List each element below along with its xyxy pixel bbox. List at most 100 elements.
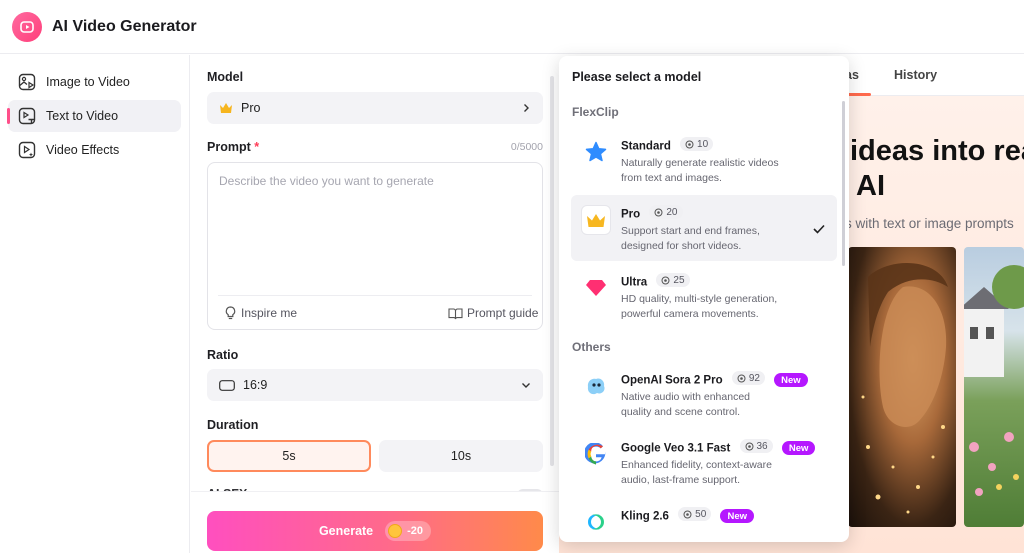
model-name: Standard [621,140,671,153]
sidebar-item-label: Video Effects [46,143,120,157]
model-description: Native audio with enhanced quality and s… [621,391,751,418]
model-description: Enhanced fidelity, context-aware audio, … [621,459,772,486]
dropdown-scrollbar[interactable] [842,101,845,266]
model-name-line: OpenAI Sora 2 Pro 92 New [621,371,808,387]
credit-badge: 10 [680,137,714,151]
form-scrollbar[interactable] [550,76,554,466]
book-icon [448,307,463,319]
sidebar-item-image-to-video[interactable]: Image to Video [8,66,181,98]
duration-label: Duration [207,418,259,432]
sample-image-house[interactable] [964,247,1024,527]
model-option-google-veo-3-1-fast[interactable]: Google Veo 3.1 Fast 36 New Enhanced fide… [571,429,837,495]
sample-image-portrait[interactable] [848,247,956,527]
video-effects-icon [18,141,36,159]
coin-icon [388,524,403,538]
section-flexclip: FlexClip [572,105,619,119]
credit-badge: 25 [656,273,690,287]
hero-title-line1: ideas into rea [850,135,1024,167]
crown-icon [219,102,233,114]
crown-icon [581,205,611,235]
model-description: HD quality, multi-style generation, powe… [621,293,778,320]
app-title: AI Video Generator [52,17,197,35]
model-name: OpenAI Sora 2 Pro [621,374,723,387]
credit-value: 25 [673,274,685,286]
prompt-label-text: Prompt [207,140,251,154]
model-description: Naturally generate realistic videos from… [621,157,779,184]
sidebar: Image to Video Text to Video Video Effec… [0,55,190,553]
model-name-line: Pro 20 [621,205,683,221]
model-name-line: Ultra 25 [621,273,690,289]
model-select[interactable]: Pro [207,92,543,124]
credit-badge: 36 [739,439,773,453]
credit-value: 36 [756,440,768,452]
inspire-me-button[interactable]: Inspire me [224,306,297,320]
model-name: Kling 2.6 [621,510,669,523]
model-option-pro[interactable]: Pro 20 Support start and end frames, des… [571,195,837,261]
credit-value: 20 [666,206,678,218]
ratio-label: Ratio [207,348,239,362]
sora-icon [581,371,611,401]
generate-button[interactable]: Generate -20 [207,511,543,551]
inspire-me-label: Inspire me [241,306,298,320]
app-logo-icon [12,11,42,42]
star-icon [581,137,611,167]
credit-badge: 50 [678,507,712,521]
credit-badge: 92 [731,371,765,385]
tab-history[interactable]: History [894,68,937,82]
credit-cost-badge: -20 [385,521,432,541]
chevron-down-icon [521,380,531,390]
app-header: AI Video Generator [0,0,1024,54]
ratio-value: 16:9 [243,378,268,392]
model-label: Model [207,70,244,84]
model-name-line: Standard 10 [621,137,714,153]
hero-subtitle: s with text or image prompts [845,216,1014,231]
credit-icon [745,442,753,450]
model-option-ultra[interactable]: Ultra 25 HD quality, multi-style generat… [571,263,837,329]
generate-label: Generate [318,524,374,538]
ratio-icon [219,379,235,391]
generator-form: Model Pro Prompt * 0/5000 Describe the v… [191,55,559,553]
credit-value: 50 [695,508,707,520]
required-marker: * [254,140,260,154]
prompt-placeholder: Describe the video you want to generate [219,174,434,188]
lightbulb-icon [225,306,236,320]
model-option-standard[interactable]: Standard 10 Naturally generate realistic… [571,127,837,193]
model-name-line: Google Veo 3.1 Fast 36 New [621,439,816,455]
dropdown-title: Please select a model [572,70,702,84]
model-option-kling-2-6[interactable]: Kling 2.6 50 New [571,497,837,542]
text-video-icon [18,107,36,125]
prompt-guide-button[interactable]: Prompt guide [448,306,538,320]
model-description: Support start and end frames, designed f… [621,225,760,252]
ratio-select[interactable]: 16:9 [207,369,543,401]
duration-option-10s[interactable]: 10s [379,440,543,472]
prompt-guide-label: Prompt guide [467,306,539,320]
credit-icon [683,510,692,518]
section-others: Others [572,340,611,354]
sidebar-item-label: Image to Video [46,75,130,89]
model-name-line: Kling 2.6 50 New [621,507,755,523]
sidebar-item-text-to-video[interactable]: Text to Video [7,100,181,132]
prompt-input[interactable]: Describe the video you want to generate … [207,162,543,330]
hero-title-line2: AI [856,170,885,202]
new-badge: New [781,441,816,455]
sidebar-item-video-effects[interactable]: Video Effects [8,134,181,166]
model-name: Pro [621,208,641,221]
model-value: Pro [241,101,261,115]
credit-icon [654,208,663,216]
credit-badge: 20 [649,205,683,219]
new-badge: New [720,509,755,523]
new-badge: New [774,373,808,387]
duration-option-5s[interactable]: 5s [207,440,371,472]
credit-value: 10 [697,138,709,150]
model-option-sora-2-pro[interactable]: OpenAI Sora 2 Pro 92 New Native audio wi… [571,361,837,427]
checkmark-icon [813,221,825,239]
chevron-right-icon [521,103,531,113]
image-video-icon [18,73,36,91]
model-name: Google Veo 3.1 Fast [621,442,731,455]
model-dropdown: Please select a model FlexClip Standard … [559,56,849,542]
credit-icon [661,276,670,284]
prompt-label: Prompt * [207,140,259,154]
credit-cost: -20 [407,525,424,537]
credit-value: 92 [748,372,760,384]
kling-icon [581,507,611,537]
